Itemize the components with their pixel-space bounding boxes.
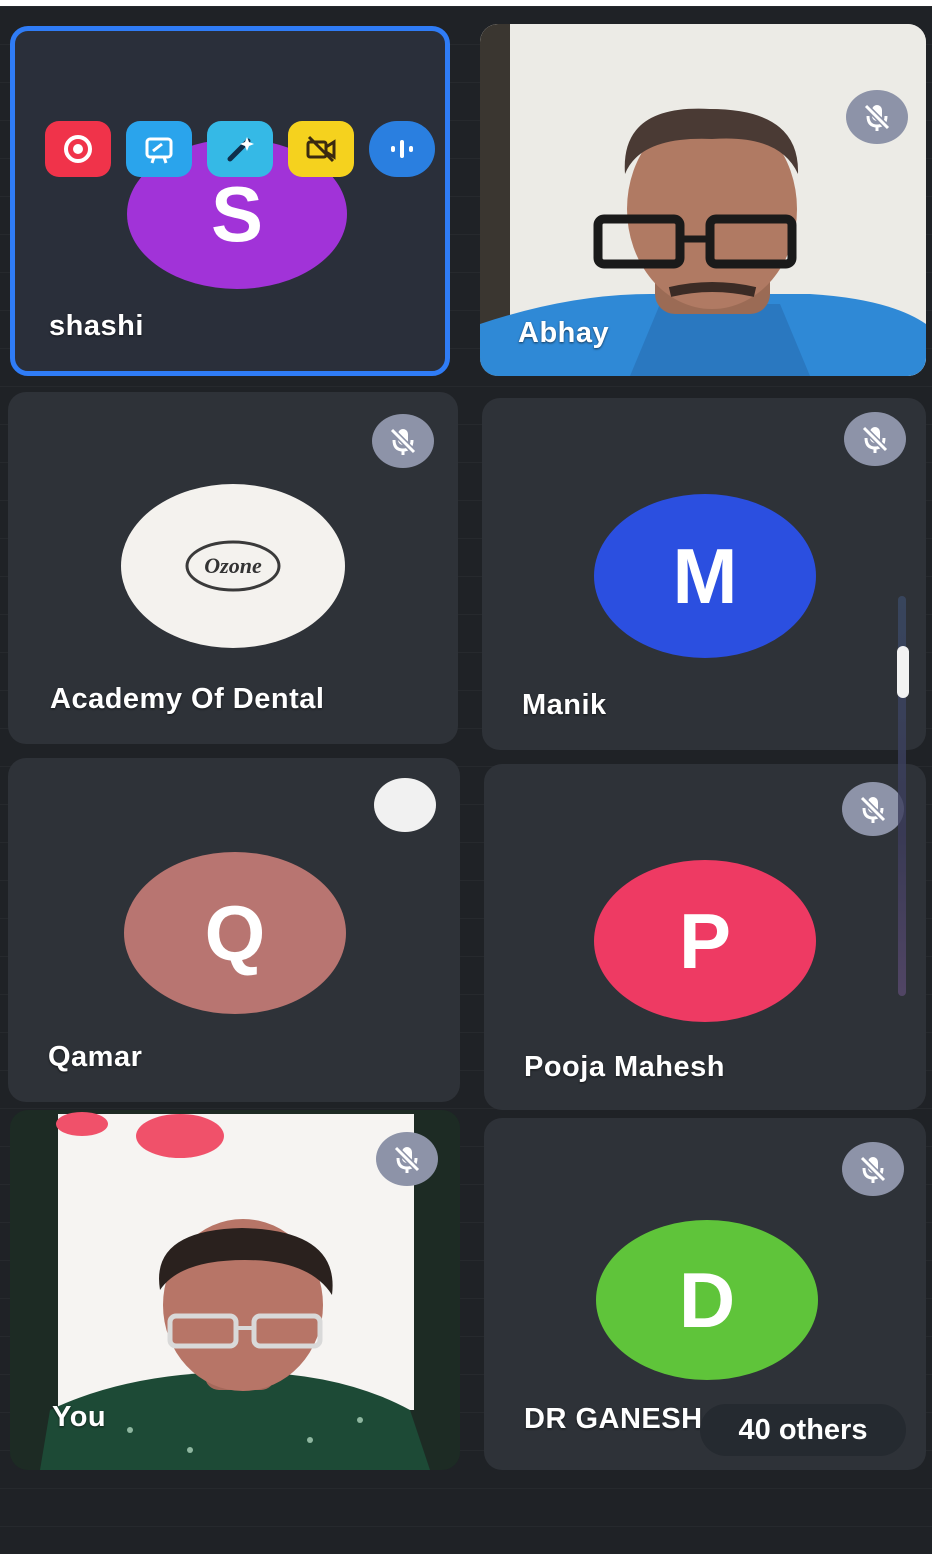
mic-off-icon (393, 1145, 421, 1173)
record-button[interactable] (45, 121, 111, 177)
avatar-pooja-mahesh: P (594, 860, 816, 1022)
avatar-qamar: Q (124, 852, 346, 1014)
mic-off-icon (859, 795, 887, 823)
mic-muted-badge (372, 414, 434, 468)
mic-off-icon (861, 425, 889, 453)
avatar-logo: Ozone (121, 484, 345, 648)
whiteboard-button[interactable] (126, 121, 192, 177)
mic-off-icon (863, 103, 891, 131)
mic-muted-badge (842, 782, 904, 836)
meeting-grid: S shashi Abhay Ozone Academy Of Dental M… (0, 6, 932, 1554)
participant-tile-pooja-mahesh[interactable]: P Pooja Mahesh (484, 764, 926, 1110)
participant-tile-qamar[interactable]: Q Qamar (8, 758, 460, 1102)
video-off-button[interactable] (288, 121, 354, 177)
avatar-initial: D (678, 1255, 736, 1344)
participant-name: Academy Of Dental (50, 683, 325, 715)
participant-name: Qamar (48, 1041, 143, 1073)
participant-name: Pooja Mahesh (524, 1051, 725, 1083)
ozone-logo: Ozone (185, 540, 281, 592)
mic-muted-badge (846, 90, 908, 144)
scrollbar-thumb[interactable] (897, 646, 909, 698)
mic-muted-badge (376, 1132, 438, 1186)
others-count-button[interactable]: 40 others (700, 1404, 906, 1456)
record-icon (64, 135, 92, 163)
audio-button[interactable] (369, 121, 435, 177)
participant-tile-you[interactable]: You (10, 1110, 460, 1470)
magic-pen-button[interactable] (207, 121, 273, 177)
avatar-initial: P (678, 896, 732, 985)
participant-tile-shashi[interactable]: S shashi (10, 26, 450, 376)
avatar-initial: S (210, 169, 264, 258)
participant-tile-manik[interactable]: M Manik (482, 398, 926, 750)
avatar-dr-ganesh: D (596, 1220, 818, 1380)
participant-name: Abhay (518, 317, 610, 349)
video-off-icon (306, 135, 336, 163)
participant-tile-abhay[interactable]: Abhay (480, 24, 926, 376)
status-badge (374, 778, 436, 832)
others-label: 40 others (738, 1413, 868, 1446)
mic-off-icon (859, 1155, 887, 1183)
svg-text:Ozone: Ozone (204, 553, 262, 578)
avatar-initial: Q (204, 888, 266, 977)
participant-name: You (52, 1401, 107, 1433)
participant-name: Manik (522, 689, 607, 721)
participant-name: shashi (49, 310, 144, 342)
avatar-initial: M (672, 531, 738, 620)
audio-bars-icon (391, 140, 413, 158)
participant-tile-academy-of-dental[interactable]: Ozone Academy Of Dental (8, 392, 458, 744)
whiteboard-icon (145, 137, 173, 164)
participant-name: DR GANESH (524, 1403, 703, 1435)
magic-pen-icon (227, 137, 254, 162)
mic-muted-badge (844, 412, 906, 466)
mic-muted-badge (842, 1142, 904, 1196)
avatar-manik: M (594, 494, 816, 658)
mic-off-icon (389, 427, 417, 455)
